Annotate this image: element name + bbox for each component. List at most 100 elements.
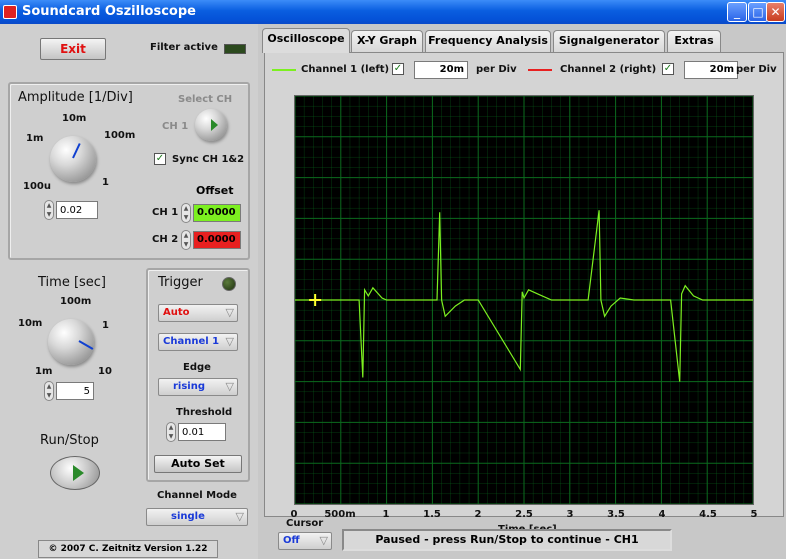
amp-scale-10m: 10m: [62, 113, 87, 124]
control-panel: Exit Filter active Amplitude [1/Div] 10m…: [0, 24, 258, 559]
trigger-channel-value: Channel 1: [163, 336, 220, 347]
x-tick-label: 3: [566, 509, 574, 520]
time-input[interactable]: [56, 382, 94, 400]
threshold-spinner[interactable]: ▲ ▼: [166, 422, 176, 442]
oscilloscope-plot[interactable]: [294, 95, 754, 505]
offset-ch2-spinner[interactable]: ▲ ▼: [181, 230, 191, 250]
time-spinner[interactable]: ▲ ▼: [44, 381, 54, 401]
knob-pointer-icon: [72, 143, 81, 159]
ch1-legend-label: Channel 1 (left): [301, 64, 390, 75]
tab-signalgenerator[interactable]: Signalgenerator: [553, 30, 665, 52]
trigger-channel-select[interactable]: Channel 1 ▽: [158, 333, 238, 351]
amp-scale-100u: 100u: [23, 181, 51, 192]
ch2-checkbox[interactable]: ✓: [662, 63, 674, 75]
trigger-mode-select[interactable]: Auto ▽: [158, 304, 238, 322]
x-tick-label: 2: [474, 509, 482, 520]
trigger-title: Trigger: [158, 275, 203, 290]
select-ch-knob[interactable]: [195, 109, 227, 141]
copyright-box: © 2007 C. Zeitnitz Version 1.22: [38, 540, 218, 558]
status-bar: Paused - press Run/Stop to continue - CH…: [342, 529, 672, 551]
chevron-down-icon: ▽: [319, 534, 328, 547]
time-scale-1: 1: [102, 320, 109, 331]
chevron-down-icon: ▽: [225, 380, 234, 393]
ch2-scale-input[interactable]: 20m: [684, 61, 738, 79]
channel-mode-label: Channel Mode: [157, 490, 237, 501]
threshold-input[interactable]: [178, 423, 226, 441]
select-ch-title: Select CH: [178, 94, 233, 105]
minimize-icon[interactable]: _: [727, 2, 747, 22]
trigger-panel: [146, 268, 250, 482]
tab-frequency-analysis[interactable]: Frequency Analysis: [425, 30, 551, 52]
amp-scale-100m: 100m: [104, 130, 136, 141]
offset-ch1-input[interactable]: 0.0000: [193, 204, 241, 222]
ch2-legend-swatch: [528, 69, 552, 71]
cursor-value: Off: [283, 535, 300, 546]
close-icon[interactable]: ✕: [766, 2, 785, 22]
x-tick-label: 3.5: [607, 509, 625, 520]
edge-label: Edge: [183, 362, 211, 373]
display-area: Oscilloscope X-Y Graph Frequency Analysi…: [258, 24, 786, 559]
x-tick-label: 1: [382, 509, 390, 520]
tab-extras[interactable]: Extras: [667, 30, 721, 52]
run-stop-label: Run/Stop: [40, 433, 99, 448]
amplitude-spinner[interactable]: ▲ ▼: [44, 200, 54, 220]
sync-checkbox[interactable]: ✓: [154, 153, 166, 165]
threshold-label: Threshold: [176, 407, 233, 418]
chevron-down-icon: ▽: [225, 306, 234, 319]
play-icon: [211, 119, 218, 131]
x-tick-label: 1.5: [423, 509, 441, 520]
time-title: Time [sec]: [38, 275, 107, 290]
ch2-per-div-label: per Div: [736, 64, 777, 75]
sync-label: Sync CH 1&2: [172, 154, 245, 165]
ch2-legend-label: Channel 2 (right): [560, 64, 657, 75]
auto-set-button[interactable]: Auto Set: [154, 455, 242, 473]
maximize-icon[interactable]: □: [748, 2, 768, 22]
amplitude-input[interactable]: [56, 201, 98, 219]
x-tick-label: 500m: [324, 509, 356, 520]
tab-oscilloscope[interactable]: Oscilloscope: [262, 28, 350, 53]
ch1-per-div-label: per Div: [476, 64, 517, 75]
x-tick-label: 4.5: [699, 509, 717, 520]
trigger-mode-value: Auto: [163, 307, 190, 318]
offset-ch1-spinner[interactable]: ▲ ▼: [181, 203, 191, 223]
x-axis-ticks: 0 500m 1 1.5 2 2.5 3 3.5 4 4.5 5: [258, 509, 786, 523]
exit-button[interactable]: Exit: [40, 38, 106, 60]
amp-scale-1m: 1m: [26, 133, 44, 144]
trigger-led-icon: [222, 277, 236, 291]
channel-mode-select[interactable]: single ▽: [146, 508, 248, 526]
cursor-select[interactable]: Off ▽: [278, 532, 332, 550]
offset-title: Offset: [196, 184, 234, 197]
oscilloscope-plot-svg: [294, 95, 754, 505]
select-ch-label: CH 1: [162, 121, 189, 132]
tab-xy-graph[interactable]: X-Y Graph: [351, 30, 423, 52]
edge-value: rising: [173, 381, 206, 392]
offset-ch2-label: CH 2: [152, 234, 179, 245]
amplitude-knob[interactable]: [50, 136, 96, 182]
time-scale-1m: 1m: [35, 366, 53, 377]
time-scale-100m: 100m: [60, 296, 92, 307]
x-tick-label: 2.5: [515, 509, 533, 520]
run-stop-button[interactable]: [50, 456, 100, 490]
play-icon: [73, 465, 84, 481]
cursor-label: Cursor: [286, 518, 324, 529]
ch1-legend-swatch: [272, 69, 296, 71]
offset-ch1-label: CH 1: [152, 207, 179, 218]
window-title: Soundcard Oszilloscope: [22, 4, 196, 19]
ch1-scale-input[interactable]: 20m: [414, 61, 468, 79]
amplitude-title: Amplitude [1/Div]: [18, 90, 133, 105]
offset-ch2-input[interactable]: 0.0000: [193, 231, 241, 249]
title-bar: Soundcard Oszilloscope: [0, 0, 786, 24]
filter-label: Filter active: [150, 42, 218, 53]
ch1-checkbox[interactable]: ✓: [392, 63, 404, 75]
time-scale-10m: 10m: [18, 318, 43, 329]
edge-select[interactable]: rising ▽: [158, 378, 238, 396]
channel-mode-value: single: [171, 511, 205, 522]
time-knob[interactable]: [48, 319, 94, 365]
amp-scale-1: 1: [102, 177, 109, 188]
app-icon: [3, 5, 17, 19]
x-tick-label: 4: [658, 509, 666, 520]
chevron-down-icon: ▽: [235, 510, 244, 523]
filter-led-icon[interactable]: [224, 44, 246, 54]
time-scale-10: 10: [98, 366, 112, 377]
x-tick-label: 5: [750, 509, 758, 520]
